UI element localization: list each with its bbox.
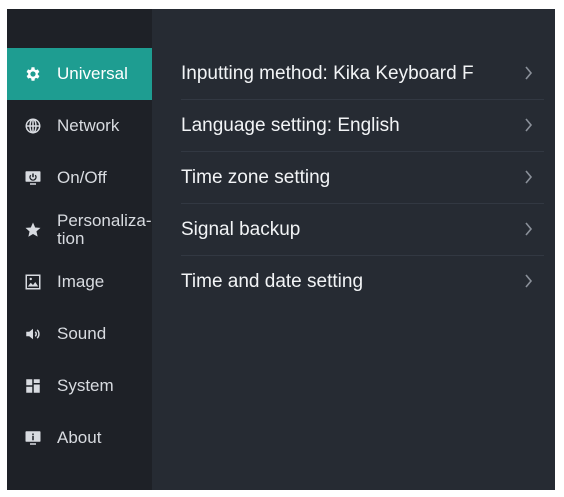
sidebar-item-image[interactable]: Image [7, 256, 152, 308]
sidebar-item-label: Sound [57, 324, 107, 343]
settings-window: Universal Network On/Off Personaliza-tio… [7, 9, 555, 490]
sidebar-item-label: About [57, 428, 102, 447]
chevron-right-icon [524, 116, 534, 134]
sidebar-item-label: Personaliza-tion [57, 211, 152, 248]
settings-row-language[interactable]: Language setting: English [181, 100, 544, 152]
sidebar: Universal Network On/Off Personaliza-tio… [7, 9, 152, 490]
sidebar-item-label: Network [57, 116, 120, 135]
settings-row-inputting-method[interactable]: Inputting method: Kika Keyboard F [181, 48, 544, 100]
image-icon [23, 272, 43, 292]
info-monitor-icon [23, 428, 43, 448]
sidebar-item-on-off[interactable]: On/Off [7, 152, 152, 204]
sidebar-item-system[interactable]: System [7, 360, 152, 412]
chevron-right-icon [524, 64, 534, 82]
sidebar-item-sound[interactable]: Sound [7, 308, 152, 360]
gear-icon [23, 64, 43, 84]
grid-icon [23, 376, 43, 396]
sidebar-item-label: System [57, 376, 114, 395]
row-label: Time zone setting [181, 166, 331, 188]
row-label: Signal backup [181, 218, 301, 240]
globe-icon [23, 116, 43, 136]
star-icon [23, 220, 43, 240]
settings-row-time-zone[interactable]: Time zone setting [181, 152, 544, 204]
chevron-right-icon [524, 168, 534, 186]
chevron-right-icon [524, 220, 534, 238]
sidebar-item-network[interactable]: Network [7, 100, 152, 152]
sidebar-item-label: Image [57, 272, 105, 291]
row-label: Language setting: English [181, 114, 400, 136]
row-label: Inputting method: Kika Keyboard F [181, 62, 474, 84]
speaker-icon [23, 324, 43, 344]
settings-row-time-date[interactable]: Time and date setting [181, 256, 544, 307]
sidebar-item-label: On/Off [57, 168, 107, 187]
sidebar-item-about[interactable]: About [7, 412, 152, 464]
sidebar-item-personalization[interactable]: Personaliza-tion [7, 204, 152, 256]
settings-content: Inputting method: Kika Keyboard F Langua… [152, 9, 555, 490]
chevron-right-icon [524, 272, 534, 290]
sidebar-item-label: Universal [57, 64, 128, 83]
row-label: Time and date setting [181, 270, 364, 292]
settings-row-signal-backup[interactable]: Signal backup [181, 204, 544, 256]
sidebar-item-universal[interactable]: Universal [7, 48, 152, 100]
power-monitor-icon [23, 168, 43, 188]
